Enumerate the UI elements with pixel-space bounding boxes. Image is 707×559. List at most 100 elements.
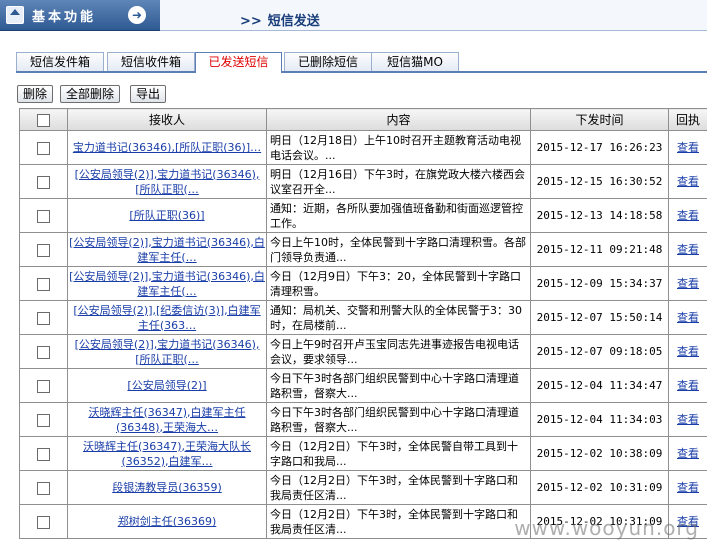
table-row: 宝力道书记(36346),[所队正职(36)]… 明日（12月18日）上午10时… xyxy=(19,130,707,165)
receipt-cell: 查看 xyxy=(668,334,707,369)
row-checkbox[interactable] xyxy=(37,345,50,359)
table-row: [公安局领导(2)] 今日下午3时各部门组织民警到中心十字路口清理道路积雪，督察… xyxy=(19,368,707,403)
row-checkbox[interactable] xyxy=(37,141,50,155)
recipient-link[interactable]: [公安局领导(2)],宝力道书记(36346),白建军主任(… xyxy=(69,270,265,298)
recipient-link[interactable]: [所队正职(36)] xyxy=(129,209,204,222)
recipient-link[interactable]: [公安局领导(2)] xyxy=(127,379,206,392)
row-checkbox-cell xyxy=(19,130,68,165)
row-checkbox[interactable] xyxy=(37,175,50,189)
receipt-cell: 查看 xyxy=(668,198,707,233)
recipient-cell: [公安局领导(2)],宝力道书记(36346),[所队正职(… xyxy=(67,164,267,199)
recipient-cell: 段银涛教导员(36359) xyxy=(67,470,267,505)
recipient-link[interactable]: 段银涛教导员(36359) xyxy=(112,481,222,494)
row-checkbox[interactable] xyxy=(37,413,50,427)
column-header-content[interactable]: 内容 xyxy=(266,108,531,131)
view-receipt-link[interactable]: 查看 xyxy=(677,481,699,494)
recipient-link[interactable]: [公安局领导(2)],[纪委信访(3)],白建军主任(363… xyxy=(73,304,260,332)
column-header-recipient[interactable]: 接收人 xyxy=(67,108,267,131)
tab-baseline xyxy=(16,71,707,73)
select-all-checkbox[interactable] xyxy=(37,113,50,127)
content-cell: 今日上午10时，全体民警到十字路口清理积雪。各部门领导负责通... xyxy=(266,232,531,267)
view-receipt-link[interactable]: 查看 xyxy=(677,277,699,290)
row-checkbox[interactable] xyxy=(37,447,50,461)
row-checkbox-cell xyxy=(19,300,68,335)
row-checkbox-cell xyxy=(19,368,68,403)
recipient-link[interactable]: [公安局领导(2)],宝力道书记(36346),白建军主任(… xyxy=(69,236,265,264)
table-row: 沃晓辉主任(36347),白建军主任(36348),王荣海大… 今日下午3时各部… xyxy=(19,402,707,437)
delete-button[interactable]: 删除 xyxy=(17,85,54,103)
tab-bar: 短信发件箱 短信收件箱 已发送短信 已删除短信 短信猫MO xyxy=(16,52,707,73)
row-checkbox-cell xyxy=(19,504,68,539)
row-checkbox[interactable] xyxy=(37,243,50,257)
time-cell: 2015-12-09 15:34:37 xyxy=(530,266,669,301)
tab-sent[interactable]: 已发送短信 xyxy=(195,52,282,73)
export-button[interactable]: 导出 xyxy=(130,85,167,103)
row-checkbox[interactable] xyxy=(37,209,50,223)
receipt-cell: 查看 xyxy=(668,300,707,335)
recipient-link[interactable]: 郑树剑主任(36369) xyxy=(118,515,217,528)
time-cell: 2015-12-02 10:38:09 xyxy=(530,436,669,471)
view-receipt-link[interactable]: 查看 xyxy=(677,413,699,426)
arrow-right-icon[interactable]: ➜ xyxy=(128,6,146,24)
recipient-cell: 沃晓辉主任(36347),王荣海大队长(36352),白建军… xyxy=(67,436,267,471)
delete-all-button[interactable]: 全部删除 xyxy=(60,85,121,103)
table-row: [公安局领导(2)],宝力道书记(36346),白建军主任(… 今日上午10时，… xyxy=(19,232,707,267)
time-cell: 2015-12-17 16:26:23 xyxy=(530,130,669,165)
row-checkbox-cell xyxy=(19,470,68,505)
tab-inbox[interactable]: 短信收件箱 xyxy=(107,52,195,71)
tab-deleted[interactable]: 已删除短信 xyxy=(284,52,372,71)
column-header-time[interactable]: 下发时间 xyxy=(530,108,669,131)
table-row: [公安局领导(2)],宝力道书记(36346),白建军主任(… 今日（12月9日… xyxy=(19,266,707,301)
recipient-cell: [公安局领导(2)],[纪委信访(3)],白建军主任(363… xyxy=(67,300,267,335)
view-receipt-link[interactable]: 查看 xyxy=(677,175,699,188)
watermark: www.wooyun.org xyxy=(514,516,699,540)
view-receipt-link[interactable]: 查看 xyxy=(677,447,699,460)
recipient-link[interactable]: 沃晓辉主任(36347),白建军主任(36348),王荣海大… xyxy=(88,406,245,434)
content-cell: 今日（12月2日）下午3时，全体民警到十字路口和我局责任区清... xyxy=(266,504,531,539)
receipt-cell: 查看 xyxy=(668,130,707,165)
view-receipt-link[interactable]: 查看 xyxy=(677,379,699,392)
time-cell: 2015-12-04 11:34:47 xyxy=(530,368,669,403)
time-cell: 2015-12-02 10:31:09 xyxy=(530,470,669,505)
row-checkbox[interactable] xyxy=(37,311,50,325)
column-header-receipt[interactable]: 回执 xyxy=(668,108,707,131)
receipt-cell: 查看 xyxy=(668,164,707,199)
tab-outbox[interactable]: 短信发件箱 xyxy=(16,52,104,71)
row-checkbox[interactable] xyxy=(37,481,50,495)
row-checkbox[interactable] xyxy=(37,379,50,393)
table-row: [公安局领导(2)],宝力道书记(36346),[所队正职(… 明日（12月16… xyxy=(19,164,707,199)
recipient-cell: 郑树剑主任(36369) xyxy=(67,504,267,539)
page-title: >> 短信发送 xyxy=(240,10,320,29)
row-checkbox[interactable] xyxy=(37,515,50,529)
recipient-link[interactable]: [公安局领导(2)],宝力道书记(36346),[所队正职(… xyxy=(75,338,260,366)
content-cell: 通知：局机关、交警和刑警大队的全体民警于3：30时，在局楼前... xyxy=(266,300,531,335)
time-cell: 2015-12-04 11:34:03 xyxy=(530,402,669,437)
recipient-link[interactable]: 沃晓辉主任(36347),王荣海大队长(36352),白建军… xyxy=(83,440,251,468)
top-bar: >> 短信发送 xyxy=(160,0,707,31)
table-row: 沃晓辉主任(36347),王荣海大队长(36352),白建军… 今日（12月2日… xyxy=(19,436,707,471)
row-checkbox[interactable] xyxy=(37,277,50,291)
home-icon[interactable] xyxy=(6,6,24,24)
tab-sms-modem[interactable]: 短信猫MO xyxy=(371,52,459,71)
sidebar-title: 基本功能 xyxy=(32,10,97,25)
receipt-cell: 查看 xyxy=(668,436,707,471)
recipient-cell: [公安局领导(2)],宝力道书记(36346),白建军主任(… xyxy=(67,266,267,301)
receipt-cell: 查看 xyxy=(668,266,707,301)
view-receipt-link[interactable]: 查看 xyxy=(677,209,699,222)
row-checkbox-cell xyxy=(19,232,68,267)
content-cell: 今日（12月2日）下午3时，全体民警自带工具到十字路口和我局... xyxy=(266,436,531,471)
view-receipt-link[interactable]: 查看 xyxy=(677,141,699,154)
view-receipt-link[interactable]: 查看 xyxy=(677,345,699,358)
recipient-cell: [所队正职(36)] xyxy=(67,198,267,233)
content-cell: 今日下午3时各部门组织民警到中心十字路口清理道路积雪，督察大... xyxy=(266,368,531,403)
view-receipt-link[interactable]: 查看 xyxy=(677,243,699,256)
table-row: [所队正职(36)] 通知：近期，各所队要加强值班备勤和街面巡逻管控工作。 20… xyxy=(19,198,707,233)
row-checkbox-cell xyxy=(19,334,68,369)
recipient-cell: 宝力道书记(36346),[所队正职(36)]… xyxy=(67,130,267,165)
recipient-link[interactable]: 宝力道书记(36346),[所队正职(36)]… xyxy=(73,141,261,154)
recipient-cell: [公安局领导(2)],宝力道书记(36346),白建军主任(… xyxy=(67,232,267,267)
row-checkbox-cell xyxy=(19,198,68,233)
view-receipt-link[interactable]: 查看 xyxy=(677,311,699,324)
recipient-cell: 沃晓辉主任(36347),白建军主任(36348),王荣海大… xyxy=(67,402,267,437)
recipient-link[interactable]: [公安局领导(2)],宝力道书记(36346),[所队正职(… xyxy=(75,168,260,196)
